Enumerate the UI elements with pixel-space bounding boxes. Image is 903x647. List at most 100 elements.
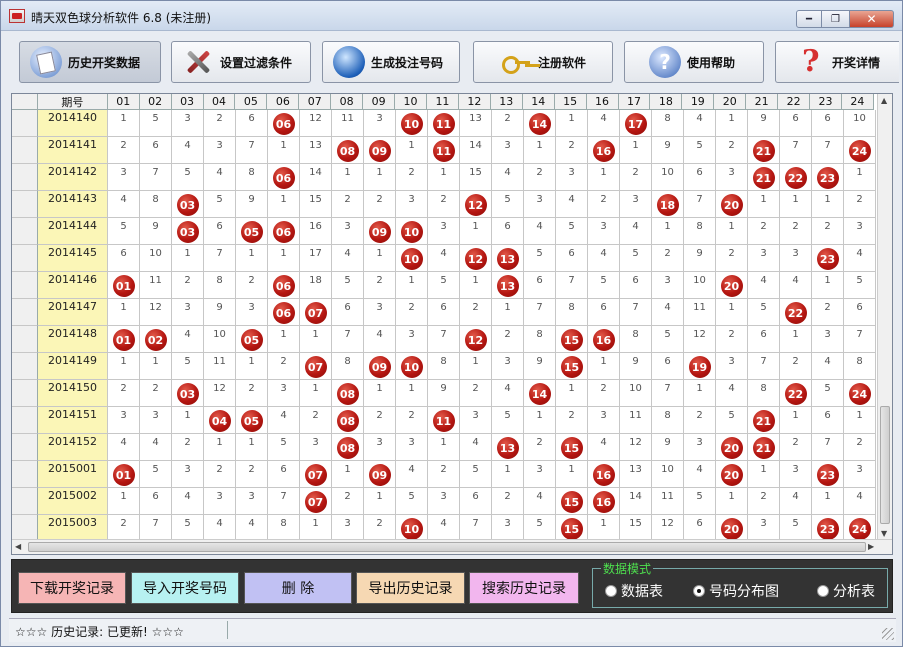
- search-history-button[interactable]: 搜索历史记录: [469, 572, 579, 604]
- header-number-01[interactable]: 01: [107, 94, 140, 110]
- table-row[interactable]: 2014143 4 8 03 5 9 1 15 2 2 3 2 12 5 3 4 2 3 18 7 20 1 1 1 2: [12, 191, 878, 218]
- scroll-right-arrow-icon[interactable]: ▶: [868, 542, 874, 551]
- row-selector[interactable]: [12, 245, 38, 272]
- scroll-left-arrow-icon[interactable]: ◀: [15, 542, 21, 551]
- row-selector[interactable]: [12, 407, 38, 434]
- period-value: 2014142: [48, 165, 97, 178]
- horizontal-scroll-thumb[interactable]: [28, 542, 866, 552]
- header-number-06[interactable]: 06: [267, 94, 300, 110]
- miss-count: 1: [504, 464, 511, 475]
- row-selector[interactable]: [12, 272, 38, 299]
- number-cell: 9: [684, 245, 716, 272]
- header-number-17[interactable]: 17: [618, 94, 651, 110]
- number-cell: 3: [172, 299, 204, 326]
- title-bar[interactable]: 晴天双色球分析软件 6.8 (未注册) ━ ❐ ✕: [1, 1, 902, 31]
- header-number-20[interactable]: 20: [714, 94, 747, 110]
- row-selector[interactable]: [12, 353, 38, 380]
- header-number-02[interactable]: 02: [139, 94, 172, 110]
- row-selector[interactable]: [12, 461, 38, 488]
- scroll-up-arrow-icon[interactable]: ▲: [881, 96, 887, 105]
- row-selector[interactable]: [12, 110, 38, 137]
- miss-count: 1: [728, 113, 735, 124]
- header-number-21[interactable]: 21: [746, 94, 779, 110]
- number-cell: 15: [556, 434, 588, 461]
- header-number-07[interactable]: 07: [299, 94, 332, 110]
- table-row[interactable]: 2014152 4 4 2 1 1 5 3 08 3 3 1 4 13 2 15 4 12 9 3 20 21 2 7 2: [12, 434, 878, 461]
- row-selector[interactable]: [12, 380, 38, 407]
- table-row[interactable]: 2014146 01 11 2 8 2 06 18 5 2 1 5 1 13 6 7 5 6 3 10 20 4 4 1 5: [12, 272, 878, 299]
- history-data-button[interactable]: 历史开奖数据: [19, 41, 161, 83]
- number-cell: 3: [716, 164, 748, 191]
- number-cell: 3: [460, 407, 492, 434]
- export-history-button[interactable]: 导出历史记录: [356, 572, 465, 604]
- help-button[interactable]: ? 使用帮助: [624, 41, 764, 83]
- mode-radio-distribution[interactable]: 号码分布图: [693, 581, 779, 601]
- header-period[interactable]: 期号: [37, 94, 108, 110]
- row-selector[interactable]: [12, 218, 38, 245]
- table-row[interactable]: 2015002 1 6 4 3 3 7 07 2 1 5 3 6 2 4 15 16 14 11 5 1 2 4 1 4: [12, 488, 878, 515]
- miss-count: 4: [408, 464, 415, 475]
- minimize-button[interactable]: ━: [796, 10, 822, 28]
- table-row[interactable]: 2015003 2 7 5 4 4 8 1 3 2 10 4 7 3 5 15 1 15 12 6 20 3 5 23 24: [12, 515, 878, 542]
- header-number-19[interactable]: 19: [682, 94, 715, 110]
- row-selector[interactable]: [12, 164, 38, 191]
- header-number-10[interactable]: 10: [395, 94, 427, 110]
- row-selector[interactable]: [12, 515, 38, 542]
- resize-grip-icon[interactable]: [882, 628, 894, 640]
- table-row[interactable]: 2014142 3 7 5 4 8 06 14 1 1 2 1 15 4 2 3 1 2 10 6 3 21 22 23 1: [12, 164, 878, 191]
- vertical-scrollbar[interactable]: ▲ ▼: [877, 94, 892, 540]
- header-number-22[interactable]: 22: [778, 94, 811, 110]
- miss-count: 6: [600, 302, 607, 313]
- generate-numbers-button[interactable]: 生成投注号码: [322, 41, 460, 83]
- close-button[interactable]: ✕: [850, 10, 894, 28]
- number-cell: 22: [780, 380, 812, 407]
- table-row[interactable]: 2014150 2 2 03 12 2 3 1 08 1 1 9 2 4 14 1 2 10 7 1 4 8 22 5 24: [12, 380, 878, 407]
- header-number-11[interactable]: 11: [426, 94, 459, 110]
- row-selector[interactable]: [12, 137, 38, 164]
- row-selector[interactable]: [12, 434, 38, 461]
- import-numbers-button[interactable]: 导入开奖号码: [131, 572, 239, 604]
- table-row[interactable]: 2014149 1 1 5 11 1 2 07 8 09 10 8 1 3 9 15 1 9 6 19 3 7 2 4 8: [12, 353, 878, 380]
- header-number-09[interactable]: 09: [363, 94, 396, 110]
- header-number-03[interactable]: 03: [171, 94, 204, 110]
- header-number-08[interactable]: 08: [331, 94, 364, 110]
- table-row[interactable]: 2015001 01 5 3 2 2 6 07 1 09 4 2 5 1 3 1 16 13 10 4 20 1 3 23 3: [12, 461, 878, 488]
- number-cell: 10: [396, 218, 428, 245]
- miss-count: 2: [568, 410, 575, 421]
- row-selector[interactable]: [12, 299, 38, 326]
- table-row[interactable]: 2014145 6 10 1 7 1 1 17 4 1 10 4 12 13 5 6 4 5 2 9 2 3 3 23 4: [12, 245, 878, 272]
- register-button[interactable]: 注册软件: [473, 41, 613, 83]
- header-number-05[interactable]: 05: [235, 94, 268, 110]
- mode-radio-data-table[interactable]: 数据表: [605, 581, 663, 601]
- mode-radio-analysis[interactable]: 分析表: [817, 581, 875, 601]
- table-row[interactable]: 2014141 2 6 4 3 7 1 13 08 09 1 11 14 3 1 2 16 1 9 5 2 21 7 7 24: [12, 137, 878, 164]
- table-row[interactable]: 2014147 1 12 3 9 3 06 07 6 3 2 6 2 1 7 8 6 7 4 11 1 5 22 2 6: [12, 299, 878, 326]
- delete-button[interactable]: 删 除: [244, 572, 352, 604]
- header-number-16[interactable]: 16: [586, 94, 619, 110]
- header-number-13[interactable]: 13: [490, 94, 523, 110]
- table-row[interactable]: 2014144 5 9 03 6 05 06 16 3 09 10 3 1 6 4 5 3 4 1 8 1 2 2 2 3: [12, 218, 878, 245]
- header-number-18[interactable]: 18: [650, 94, 683, 110]
- table-row[interactable]: 2014151 3 3 1 04 05 4 2 08 2 2 11 3 5 1 2 3 11 8 2 5 21 1 6 1: [12, 407, 878, 434]
- download-records-button[interactable]: 下载开奖记录: [18, 572, 126, 604]
- row-selector[interactable]: [12, 488, 38, 515]
- row-selector[interactable]: [12, 191, 38, 218]
- drawn-ball: 24: [848, 383, 871, 405]
- scroll-down-arrow-icon[interactable]: ▼: [881, 529, 887, 538]
- number-cell: 5: [460, 461, 492, 488]
- header-number-24[interactable]: 24: [841, 94, 874, 110]
- table-row[interactable]: 2014148 01 02 4 10 05 1 1 7 4 3 7 12 2 8 15 16 8 5 12 2 6 1 3 7: [12, 326, 878, 353]
- number-distribution-grid[interactable]: 期号 01 02 03 04 05 06 07 08 09 10 11 12 13 14 15 16 17 18 19…: [11, 93, 893, 555]
- filter-settings-button[interactable]: 设置过滤条件: [171, 41, 311, 83]
- table-row[interactable]: 2014140 1 5 3 2 6 06 12 11 3 10 11 13 2 14 1 4 17 8 4 1 9 6 6 10: [12, 110, 878, 137]
- horizontal-scrollbar[interactable]: ◀ ▶: [12, 539, 892, 554]
- vertical-scroll-thumb[interactable]: [880, 406, 890, 524]
- draw-details-button[interactable]: 开奖详情: [775, 41, 899, 83]
- header-number-04[interactable]: 04: [203, 94, 236, 110]
- row-selector[interactable]: [12, 326, 38, 353]
- header-number-12[interactable]: 12: [458, 94, 491, 110]
- header-number-15[interactable]: 15: [554, 94, 587, 110]
- header-number-14[interactable]: 14: [522, 94, 555, 110]
- header-number-23[interactable]: 23: [810, 94, 842, 110]
- maximize-button[interactable]: ❐: [822, 10, 850, 28]
